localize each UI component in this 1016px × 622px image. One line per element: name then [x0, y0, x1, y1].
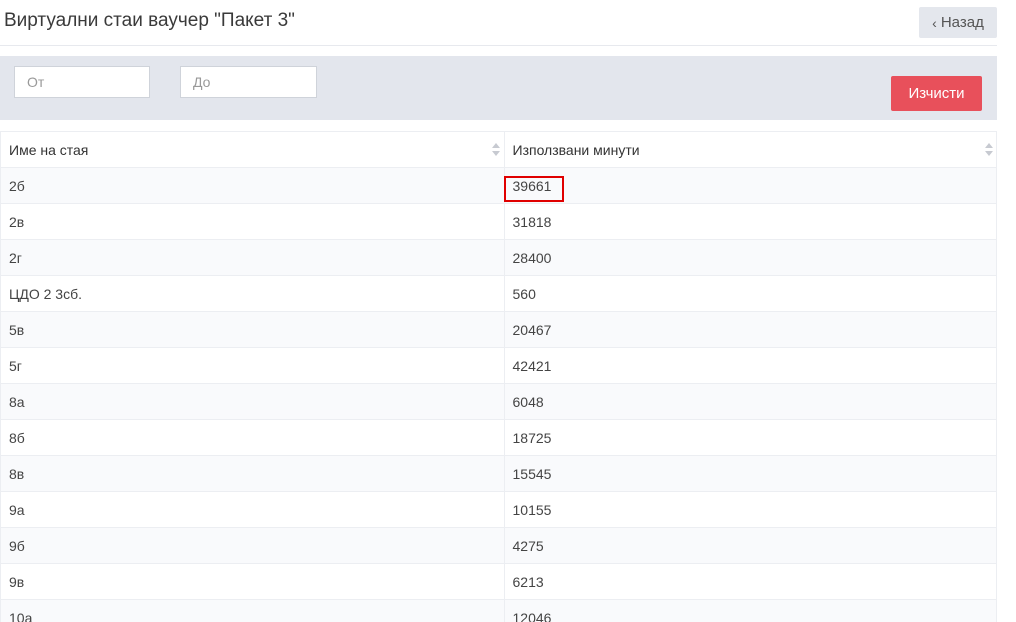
- date-to-input[interactable]: [180, 66, 317, 98]
- room-name-cell: 2г: [1, 239, 505, 276]
- used-minutes-cell: 560: [504, 275, 996, 312]
- table-row: 2в 31818: [1, 203, 996, 240]
- sort-icon[interactable]: [491, 143, 500, 157]
- filter-bar: Изчисти: [0, 56, 997, 120]
- column-header-label: Използвани минути: [512, 141, 640, 158]
- room-name-cell: 5в: [1, 311, 505, 348]
- room-name-cell: 9б: [1, 527, 505, 564]
- sort-icon[interactable]: [985, 143, 993, 157]
- room-name-cell: 2в: [1, 203, 505, 240]
- used-minutes-cell: 6048: [504, 383, 996, 420]
- date-from-input[interactable]: [14, 66, 150, 98]
- page-header: Виртуални стаи ваучер "Пакет 3" ‹ Назад: [0, 0, 997, 46]
- page-title: Виртуални стаи ваучер "Пакет 3": [4, 10, 295, 31]
- table-row: 9в 6213: [1, 563, 996, 600]
- room-name-cell: 9а: [1, 491, 505, 528]
- used-minutes-cell: 31818: [504, 203, 996, 240]
- back-button-label: Назад: [940, 14, 984, 31]
- used-minutes-cell: 18725: [504, 419, 996, 456]
- table-row: 9б 4275: [1, 527, 996, 564]
- table-row: 8а 6048: [1, 383, 996, 420]
- room-name-cell: 9в: [1, 563, 505, 600]
- room-name-cell: 2б: [1, 167, 505, 204]
- used-minutes-cell: 28400: [504, 239, 996, 276]
- used-minutes-cell: 12046: [504, 599, 996, 622]
- table-header-row: Име на стая Използвани минути: [1, 131, 996, 168]
- room-name-cell: 5г: [1, 347, 505, 384]
- table-row: 10а 12046: [1, 599, 996, 622]
- table-row: ЦДО 2 3сб. 560: [1, 275, 996, 312]
- rooms-table-container: Име на стая Използвани минути 2б 39661 2в…: [0, 131, 997, 622]
- clear-button[interactable]: Изчисти: [891, 76, 982, 111]
- used-minutes-cell: 4275: [504, 527, 996, 564]
- used-minutes-cell: 39661: [504, 167, 996, 204]
- used-minutes-cell: 15545: [504, 455, 996, 492]
- table-row: 2г 28400: [1, 239, 996, 276]
- back-button[interactable]: ‹ Назад: [919, 7, 997, 38]
- table-row: 5в 20467: [1, 311, 996, 348]
- room-name-cell: 8б: [1, 419, 505, 456]
- table-row: 8в 15545: [1, 455, 996, 492]
- room-name-cell: ЦДО 2 3сб.: [1, 275, 505, 312]
- room-name-cell: 8в: [1, 455, 505, 492]
- column-header-label: Име на стая: [9, 141, 89, 158]
- table-row: 8б 18725: [1, 419, 996, 456]
- used-minutes-cell: 10155: [504, 491, 996, 528]
- used-minutes-cell: 42421: [504, 347, 996, 384]
- used-minutes-cell: 20467: [504, 311, 996, 348]
- table-row: 5г 42421: [1, 347, 996, 384]
- column-header-used-minutes[interactable]: Използвани минути: [504, 131, 996, 168]
- chevron-left-icon: ‹: [932, 14, 937, 31]
- table-row: 2б 39661: [1, 167, 996, 204]
- room-name-cell: 10а: [1, 599, 505, 622]
- column-header-room-name[interactable]: Име на стая: [1, 131, 505, 168]
- rooms-table: Име на стая Използвани минути 2б 39661 2в…: [1, 131, 996, 622]
- room-name-cell: 8а: [1, 383, 505, 420]
- used-minutes-cell: 6213: [504, 563, 996, 600]
- table-row: 9а 10155: [1, 491, 996, 528]
